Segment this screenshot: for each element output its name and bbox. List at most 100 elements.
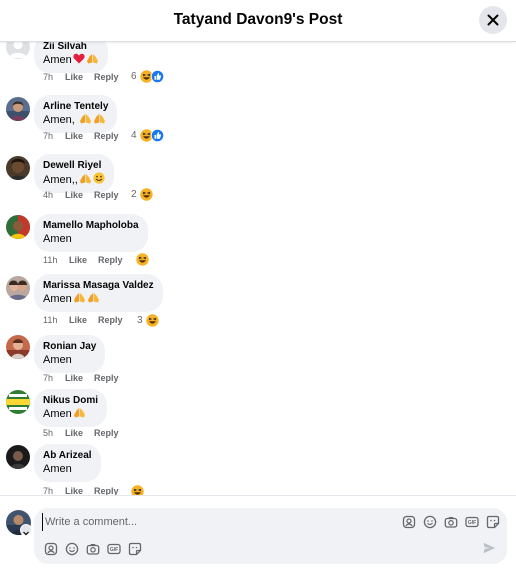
- photo-button[interactable]: [444, 515, 458, 529]
- comment-item: Mamello Mapholoba Amen 11h Like Reply: [0, 214, 516, 272]
- reply-link[interactable]: Reply: [98, 315, 123, 326]
- sticker-icon: [486, 515, 500, 529]
- comment-time[interactable]: 7h: [43, 486, 53, 495]
- gif-icon: GIF: [107, 543, 121, 555]
- comment-bubble: Dewell Riyel Amen,,: [34, 154, 114, 193]
- grin-emoji-icon: [93, 172, 105, 184]
- comment-author[interactable]: Arline Tentely: [43, 100, 108, 113]
- comment-item: Arline Tentely Amen, 7h Like Reply 4: [0, 95, 516, 153]
- avatar[interactable]: [6, 276, 30, 300]
- reaction-summary[interactable]: 3: [137, 313, 159, 327]
- comment-item: Ab Arizeal Amen 7h Like Reply: [0, 444, 516, 495]
- gif-button[interactable]: GIF: [465, 515, 479, 529]
- comment-time[interactable]: 7h: [43, 131, 53, 142]
- pray-emoji-icon: [87, 293, 99, 303]
- photo-avatar-icon: [6, 445, 30, 469]
- reaction-count: 4: [131, 129, 137, 141]
- photo-avatar-icon: [6, 335, 30, 359]
- avatar[interactable]: [6, 215, 30, 239]
- pray-emoji-icon: [93, 114, 105, 124]
- comment-time[interactable]: 11h: [43, 255, 57, 266]
- avatar[interactable]: [6, 156, 30, 180]
- camera-icon: [444, 517, 458, 528]
- like-link[interactable]: Like: [65, 131, 83, 142]
- comment-time[interactable]: 7h: [43, 72, 53, 83]
- comment-author[interactable]: Dewell Riyel: [43, 159, 105, 172]
- reaction-summary[interactable]: 4: [131, 128, 164, 142]
- comment-author[interactable]: Ronian Jay: [43, 340, 96, 353]
- avatar[interactable]: [6, 42, 30, 59]
- like-link[interactable]: Like: [65, 190, 83, 201]
- photo-avatar-icon: [6, 97, 30, 121]
- close-button[interactable]: [479, 6, 507, 34]
- comment-list[interactable]: Zii Silvah Amen 7h Like Reply 6 Arline T…: [0, 42, 516, 495]
- comment-bubble: Ronian Jay Amen: [34, 335, 106, 373]
- reply-link[interactable]: Reply: [94, 131, 119, 142]
- like-link[interactable]: Like: [69, 315, 87, 326]
- like-link[interactable]: Like: [65, 72, 83, 83]
- reaction-summary[interactable]: [136, 252, 149, 266]
- avatar[interactable]: [6, 335, 30, 359]
- haha-reaction-icon: [139, 187, 153, 201]
- reply-link[interactable]: Reply: [94, 72, 119, 83]
- comment-bubble: Arline Tentely Amen,: [34, 95, 118, 133]
- logo-avatar-icon: [6, 390, 30, 414]
- sticker-button[interactable]: [128, 542, 142, 556]
- photo-avatar-icon: [6, 276, 30, 300]
- avatar[interactable]: [6, 390, 30, 414]
- avatar[interactable]: [6, 445, 30, 469]
- profile-switcher-button[interactable]: [20, 524, 32, 536]
- pray-emoji-icon: [79, 174, 91, 184]
- comment-author[interactable]: Ab Arizeal: [43, 449, 92, 462]
- comment-time[interactable]: 11h: [43, 315, 57, 326]
- reply-link[interactable]: Reply: [94, 190, 119, 201]
- reply-link[interactable]: Reply: [94, 373, 119, 384]
- comment-author[interactable]: Marissa Masaga Valdez: [43, 279, 154, 292]
- chevron-down-icon: [23, 531, 29, 536]
- reaction-summary[interactable]: 6: [131, 69, 164, 83]
- haha-reaction-icon: [136, 252, 149, 266]
- comment-time[interactable]: 7h: [43, 373, 53, 384]
- emoji-icon: [65, 542, 79, 556]
- emoji-button[interactable]: [423, 515, 437, 529]
- avatar[interactable]: [6, 97, 30, 121]
- like-link[interactable]: Like: [65, 428, 83, 439]
- pray-emoji-icon: [79, 114, 91, 124]
- comment-input[interactable]: [42, 513, 392, 531]
- like-link[interactable]: Like: [65, 486, 83, 495]
- pray-emoji-icon: [86, 54, 98, 64]
- reaction-count: 6: [131, 70, 137, 82]
- photo-button[interactable]: [86, 542, 100, 556]
- comment-text: Amen: [43, 233, 72, 245]
- comment-item: Nikus Domi Amen 5h Like Reply: [0, 389, 516, 447]
- comment-author[interactable]: Zii Silvah: [43, 42, 99, 53]
- emoji-icon: [423, 515, 437, 529]
- like-link[interactable]: Like: [65, 373, 83, 384]
- gif-button[interactable]: GIF: [107, 542, 121, 556]
- sticker-icon: [128, 542, 142, 556]
- avatar-sticker-button[interactable]: [44, 542, 58, 556]
- emoji-button[interactable]: [65, 542, 79, 556]
- comment-time[interactable]: 5h: [43, 428, 53, 439]
- sticker-button[interactable]: [486, 515, 500, 529]
- avatar-sticker-button[interactable]: [402, 515, 416, 529]
- reaction-summary[interactable]: 2: [131, 187, 153, 201]
- comment-bubble: Mamello Mapholoba Amen: [34, 214, 148, 252]
- comment-time[interactable]: 4h: [43, 190, 53, 201]
- reply-link[interactable]: Reply: [94, 486, 119, 495]
- camera-icon: [86, 544, 100, 555]
- reaction-summary[interactable]: [131, 484, 144, 495]
- comment-author[interactable]: Nikus Domi: [43, 394, 98, 407]
- comment-text: Amen,: [43, 113, 108, 127]
- comment-composer-bar: GIF GIF: [0, 495, 516, 578]
- like-link[interactable]: Like: [69, 255, 87, 266]
- heart-emoji-icon: [73, 53, 85, 64]
- send-button[interactable]: [482, 541, 496, 555]
- comment-text: Amen: [43, 53, 99, 67]
- reply-link[interactable]: Reply: [94, 428, 119, 439]
- reply-link[interactable]: Reply: [98, 255, 123, 266]
- haha-reaction-icon: [145, 313, 159, 327]
- pray-emoji-icon: [73, 293, 85, 303]
- comment-item: Ronian Jay Amen 7h Like Reply: [0, 335, 516, 393]
- comment-author[interactable]: Mamello Mapholoba: [43, 219, 139, 232]
